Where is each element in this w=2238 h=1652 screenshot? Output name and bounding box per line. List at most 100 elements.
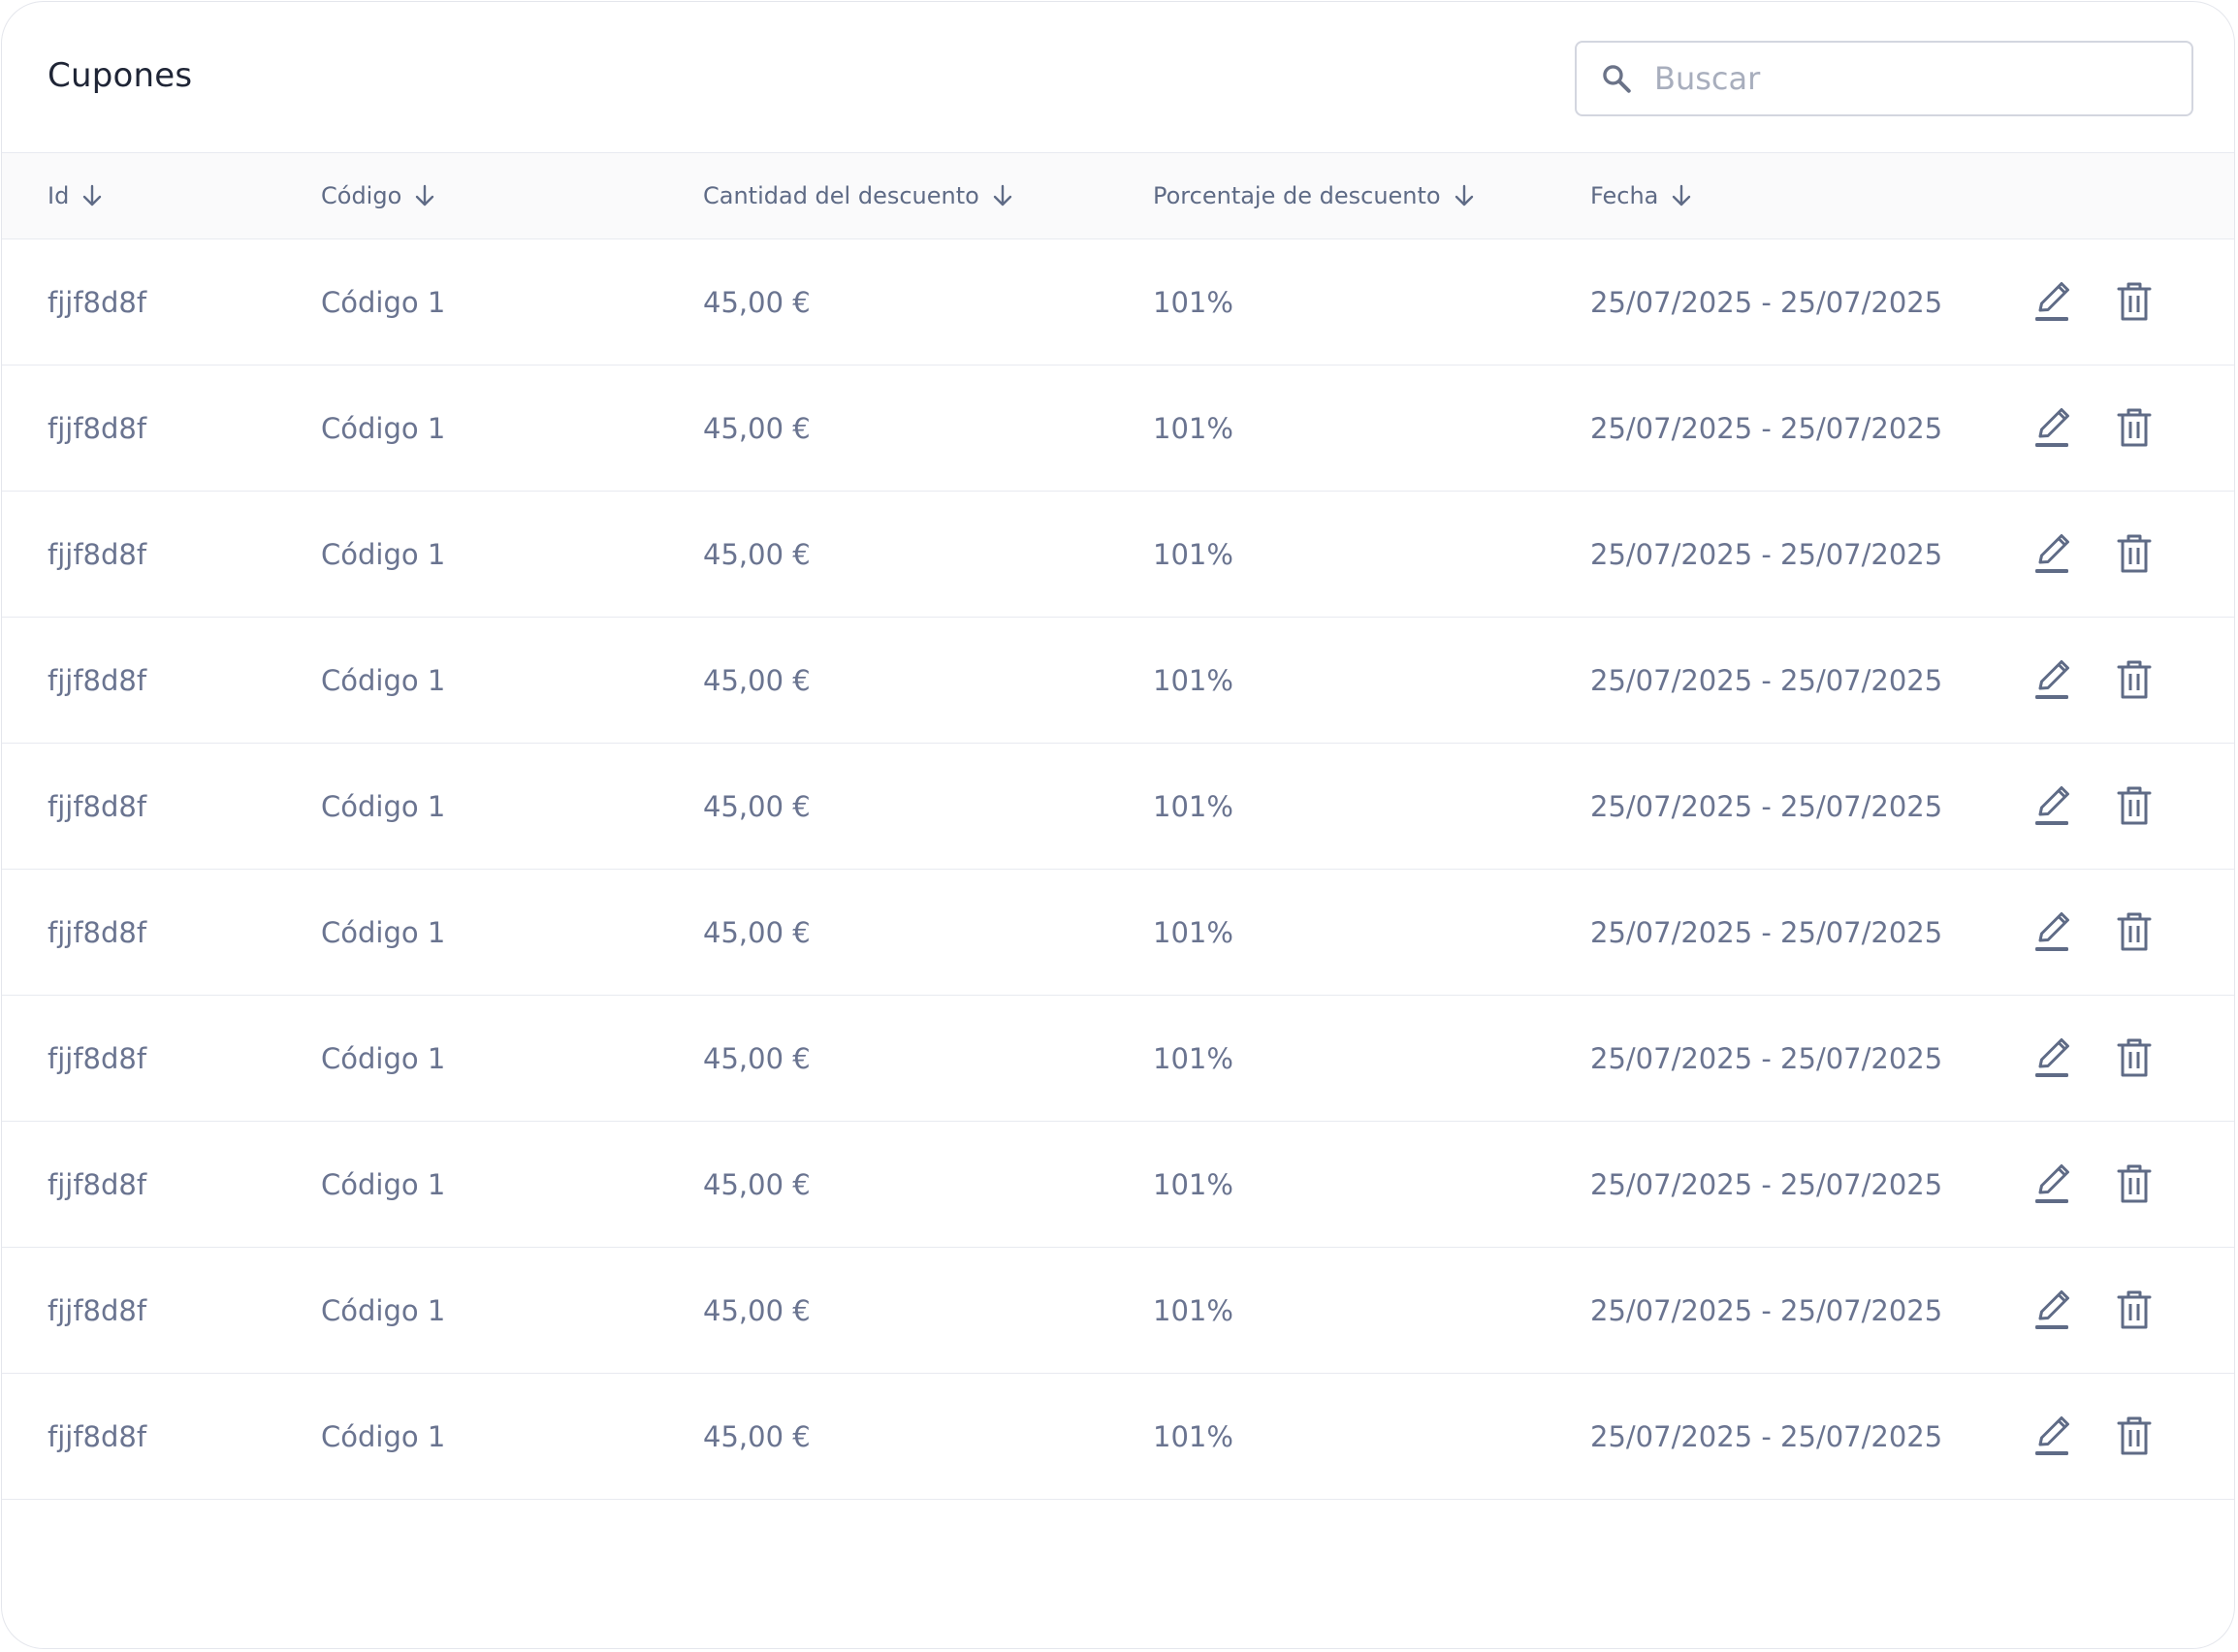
cell-amount: 45,00 € xyxy=(703,663,811,697)
search-box[interactable] xyxy=(1575,41,2193,116)
cell-id: fjjf8d8f xyxy=(48,1419,147,1453)
delete-button[interactable] xyxy=(2111,1160,2158,1207)
cell-code: Código 1 xyxy=(321,1041,446,1075)
cell-date: 25/07/2025 - 25/07/2025 xyxy=(1590,537,1943,571)
edit-button[interactable] xyxy=(2029,1034,2075,1081)
table-row: fjjf8d8f Código 1 45,00 € 101% 25/07/202… xyxy=(2,744,2234,870)
cell-percent: 101% xyxy=(1153,1167,1233,1201)
cell-percent: 101% xyxy=(1153,1293,1233,1327)
cell-percent: 101% xyxy=(1153,285,1233,319)
delete-button[interactable] xyxy=(2111,278,2158,325)
column-header-label: Fecha xyxy=(1590,182,1659,209)
table-header: Id Código Cantidad del descuento Porcent… xyxy=(2,153,2234,239)
delete-button[interactable] xyxy=(2111,1034,2158,1081)
column-header-label: Id xyxy=(48,182,70,209)
pencil-icon xyxy=(2035,1164,2069,1203)
edit-button[interactable] xyxy=(2029,278,2075,325)
coupons-card: Cupones Id Código Cantidad del descuento… xyxy=(1,1,2235,1649)
cell-id: fjjf8d8f xyxy=(48,1041,147,1075)
trash-icon xyxy=(2117,912,2152,951)
cell-code: Código 1 xyxy=(321,537,446,571)
trash-icon xyxy=(2117,408,2152,447)
table-body: fjjf8d8f Código 1 45,00 € 101% 25/07/202… xyxy=(2,239,2234,1500)
column-header-code[interactable]: Código xyxy=(321,153,436,238)
edit-button[interactable] xyxy=(2029,1287,2075,1333)
column-header-label: Código xyxy=(321,182,402,209)
cell-date: 25/07/2025 - 25/07/2025 xyxy=(1590,663,1943,697)
edit-button[interactable] xyxy=(2029,656,2075,703)
cell-code: Código 1 xyxy=(321,1293,446,1327)
table-row: fjjf8d8f Código 1 45,00 € 101% 25/07/202… xyxy=(2,365,2234,492)
table-row: fjjf8d8f Código 1 45,00 € 101% 25/07/202… xyxy=(2,1122,2234,1248)
delete-button[interactable] xyxy=(2111,782,2158,829)
cell-percent: 101% xyxy=(1153,663,1233,697)
pencil-icon xyxy=(2035,534,2069,573)
edit-button[interactable] xyxy=(2029,1160,2075,1207)
pencil-icon xyxy=(2035,1290,2069,1329)
delete-button[interactable] xyxy=(2111,530,2158,577)
cell-date: 25/07/2025 - 25/07/2025 xyxy=(1590,1041,1943,1075)
edit-button[interactable] xyxy=(2029,782,2075,829)
table-row: fjjf8d8f Código 1 45,00 € 101% 25/07/202… xyxy=(2,870,2234,996)
delete-button[interactable] xyxy=(2111,1287,2158,1333)
pencil-icon xyxy=(2035,1416,2069,1455)
arrow-down-icon xyxy=(1455,184,1473,206)
delete-button[interactable] xyxy=(2111,1413,2158,1459)
cell-amount: 45,00 € xyxy=(703,1167,811,1201)
arrow-down-icon xyxy=(993,184,1012,206)
cell-amount: 45,00 € xyxy=(703,1293,811,1327)
cell-code: Código 1 xyxy=(321,789,446,823)
search-icon xyxy=(1603,65,1631,93)
arrow-down-icon xyxy=(83,184,102,206)
cell-date: 25/07/2025 - 25/07/2025 xyxy=(1590,789,1943,823)
edit-button[interactable] xyxy=(2029,908,2075,955)
column-header-date[interactable]: Fecha xyxy=(1590,153,1693,238)
column-header-id[interactable]: Id xyxy=(48,153,104,238)
cell-date: 25/07/2025 - 25/07/2025 xyxy=(1590,915,1943,949)
column-header-amount[interactable]: Cantidad del descuento xyxy=(703,153,1014,238)
delete-button[interactable] xyxy=(2111,908,2158,955)
cell-amount: 45,00 € xyxy=(703,537,811,571)
table-row: fjjf8d8f Código 1 45,00 € 101% 25/07/202… xyxy=(2,1248,2234,1374)
cell-date: 25/07/2025 - 25/07/2025 xyxy=(1590,1419,1943,1453)
cell-amount: 45,00 € xyxy=(703,411,811,445)
trash-icon xyxy=(2117,1290,2152,1329)
pencil-icon xyxy=(2035,912,2069,951)
page-title: Cupones xyxy=(48,56,193,95)
column-header-label: Porcentaje de descuento xyxy=(1153,182,1441,209)
column-header-percent[interactable]: Porcentaje de descuento xyxy=(1153,153,1476,238)
cell-date: 25/07/2025 - 25/07/2025 xyxy=(1590,1167,1943,1201)
cell-percent: 101% xyxy=(1153,789,1233,823)
search-input[interactable] xyxy=(1654,52,2168,105)
cell-code: Código 1 xyxy=(321,663,446,697)
delete-button[interactable] xyxy=(2111,404,2158,451)
arrow-down-icon xyxy=(416,184,434,206)
pencil-icon xyxy=(2035,408,2069,447)
cell-amount: 45,00 € xyxy=(703,1041,811,1075)
cell-id: fjjf8d8f xyxy=(48,285,147,319)
cell-id: fjjf8d8f xyxy=(48,663,147,697)
cell-amount: 45,00 € xyxy=(703,789,811,823)
trash-icon xyxy=(2117,534,2152,573)
cell-id: fjjf8d8f xyxy=(48,1293,147,1327)
pencil-icon xyxy=(2035,1038,2069,1077)
cell-id: fjjf8d8f xyxy=(48,411,147,445)
cell-id: fjjf8d8f xyxy=(48,1167,147,1201)
edit-button[interactable] xyxy=(2029,1413,2075,1459)
trash-icon xyxy=(2117,786,2152,825)
cell-percent: 101% xyxy=(1153,537,1233,571)
table-row: fjjf8d8f Código 1 45,00 € 101% 25/07/202… xyxy=(2,492,2234,618)
cell-percent: 101% xyxy=(1153,1419,1233,1453)
cell-percent: 101% xyxy=(1153,411,1233,445)
pencil-icon xyxy=(2035,282,2069,321)
edit-button[interactable] xyxy=(2029,530,2075,577)
cell-code: Código 1 xyxy=(321,285,446,319)
cell-id: fjjf8d8f xyxy=(48,915,147,949)
delete-button[interactable] xyxy=(2111,656,2158,703)
trash-icon xyxy=(2117,1416,2152,1455)
cell-id: fjjf8d8f xyxy=(48,537,147,571)
cell-amount: 45,00 € xyxy=(703,1419,811,1453)
trash-icon xyxy=(2117,1164,2152,1203)
trash-icon xyxy=(2117,660,2152,699)
edit-button[interactable] xyxy=(2029,404,2075,451)
